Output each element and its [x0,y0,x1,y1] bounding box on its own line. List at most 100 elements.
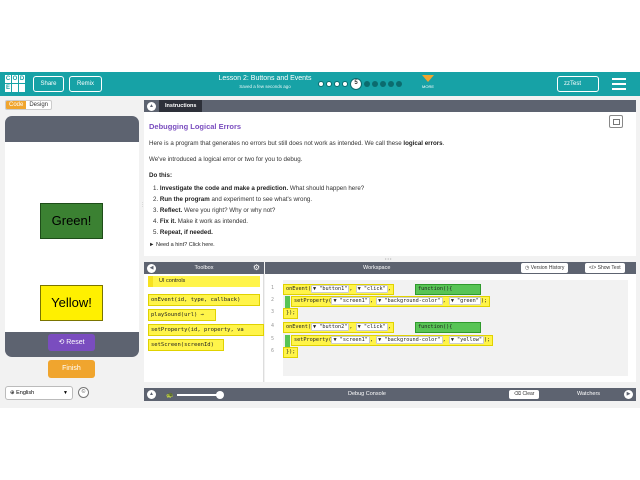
more-levels-button[interactable]: MORE [421,75,435,93]
level-dot[interactable] [318,81,324,87]
finish-button[interactable]: Finish [48,360,95,378]
arg-dropdown: ▼ "screen1" [331,336,370,344]
show-text-button[interactable]: </> Show Text [585,263,625,273]
chevron-right-icon[interactable]: ▶ [624,390,633,399]
remix-button[interactable]: Remix [69,76,102,92]
workspace-header: Workspace ◷ Version History </> Show Tex… [265,262,636,274]
speed-slider[interactable] [177,394,219,396]
app-screen[interactable]: Green! Yellow! [5,142,139,332]
level-dot[interactable] [380,81,386,87]
toolbox-block-onevent[interactable]: onEvent(id, type, callback) [148,294,260,306]
user-menu-button[interactable]: zzTest [557,76,599,92]
phone-frame: Green! Yellow! [5,116,139,357]
chevron-down-icon [422,75,434,82]
language-select[interactable]: ⊕ English ▼ [5,386,73,400]
code-org-logo[interactable]: C O D E [5,75,25,93]
logo-letter: D [19,75,25,83]
instructions-paragraph: We've introduced a logical error or two … [149,156,303,163]
step-item: 4. Fix it. Make it work as intended. [153,218,248,225]
code-block-setproperty[interactable]: setProperty(▼ "screen1", ▼ "background-c… [291,296,491,307]
version-history-button[interactable]: ◷ Version History [521,263,569,273]
toolbox-block-setproperty[interactable]: setProperty(id, property, va [148,324,264,336]
collapse-icon[interactable]: ▲ [147,390,156,399]
code-mode-tab[interactable]: Code [6,101,27,109]
code-icon: </> [589,265,598,271]
logo-letter: C [5,75,11,83]
line-number: 6 [271,348,275,354]
code-canvas[interactable]: onEvent(▼ "button1", ▼ "click", function… [283,280,628,376]
top-bar: C O D E Share Remix Lesson 2: Buttons an… [0,72,640,96]
code-block-onevent[interactable]: onEvent(▼ "button2", ▼ "click", [283,322,394,333]
instructions-tab[interactable]: Instructions [159,100,203,112]
turtle-icon: 🐢 [166,393,174,399]
app-lab-window: C O D E Share Remix Lesson 2: Buttons an… [0,72,640,408]
collapse-icon[interactable]: ◀ [147,263,156,273]
level-dot[interactable] [396,81,402,87]
debug-console-bar: ▲ 🐢 Debug Console ⌫ Clear Watchers ▶ [144,388,636,401]
code-block-onevent[interactable]: onEvent(▼ "button1", ▼ "click", [283,284,394,295]
hint-link[interactable]: ► Need a hint? Click here. [149,242,215,248]
reset-button[interactable]: ⟲ Reset [48,334,95,351]
toolbox-panel: UI controls onEvent(id, type, callback) … [144,274,264,382]
collapse-icon[interactable]: ▲ [147,101,156,111]
level-dot[interactable] [364,81,370,87]
current-level-bubble[interactable]: 5 [350,78,362,90]
instructions-title: Debugging Logical Errors [149,122,242,131]
debug-console-title: Debug Console [348,391,386,397]
workspace-panel[interactable]: 1 2 3 4 5 6 onEvent(▼ "button1", ▼ "clic… [265,274,636,382]
line-number-gutter: 1 2 3 4 5 6 [265,274,283,382]
notes-icon[interactable] [609,115,623,128]
line-number: 5 [271,336,275,342]
code-block-function[interactable]: function(){ [415,284,481,295]
instructions-paragraph: Here is a program that generates no erro… [149,140,445,147]
level-dot[interactable] [372,81,378,87]
step-item: 5. Repeat, if needed. [153,229,213,236]
copyright-icon[interactable]: © [78,387,89,398]
toolbox-block-playsound[interactable]: playSound(url) → [148,309,216,321]
reset-label: Reset [66,339,85,346]
level-dot[interactable] [326,81,332,87]
arg-dropdown: ▼ "click" [355,285,388,293]
instructions-header: ▲ Instructions [144,100,636,112]
app-yellow-button[interactable]: Yellow! [40,285,103,321]
arg-dropdown: ▼ "screen1" [331,297,370,305]
language-value: English [16,390,35,396]
code-block-setproperty[interactable]: setProperty(▼ "screen1", ▼ "background-c… [291,335,494,346]
arg-dropdown: ▼ "background-color" [376,336,443,344]
arg-dropdown: ▼ "click" [355,323,388,331]
code-block-close[interactable]: }); [283,347,299,358]
toolbox-header: ◀ Toolbox ⚙ [144,262,264,274]
gear-icon[interactable]: ⚙ [253,262,260,274]
hamburger-menu-icon[interactable] [612,78,626,90]
step-item: 3. Reflect. Were you right? Why or why n… [153,207,276,214]
instructions-panel: Debugging Logical Errors Here is a progr… [144,112,636,256]
toolbox-block-setscreen[interactable]: setScreen(screenId) [148,339,224,351]
horizontal-splitter[interactable]: • • • [385,256,391,261]
clear-button[interactable]: ⌫ Clear [509,390,540,399]
mode-toggle: Code Design [5,100,53,110]
do-this-heading: Do this: [149,172,173,179]
arg-dropdown: ▼ "green" [448,297,481,305]
design-mode-tab[interactable]: Design [26,101,51,109]
app-green-button[interactable]: Green! [40,203,103,239]
workspace-title: Workspace [363,265,391,271]
code-block-close[interactable]: }); [283,308,299,319]
arg-dropdown: ▼ "background-color" [376,297,443,305]
logo-letter [19,84,25,92]
logo-letter [12,84,18,92]
logo-letter: E [5,84,11,92]
line-number: 3 [271,309,275,315]
logo-letter: O [12,75,18,83]
line-number: 4 [271,323,275,329]
level-dot[interactable] [342,81,348,87]
toolbox-category[interactable]: UI controls [148,276,260,287]
share-button[interactable]: Share [33,76,64,92]
lesson-title: Lesson 2: Buttons and Events [218,75,312,82]
arg-dropdown: ▼ "button2" [311,323,350,331]
speed-slider-handle[interactable] [216,391,224,399]
code-block-function[interactable]: function(){ [415,322,481,333]
toolbox-title: Toolbox [194,265,214,271]
level-dot[interactable] [388,81,394,87]
step-item: 1. Investigate the code and make a predi… [153,185,365,192]
level-dot[interactable] [334,81,340,87]
